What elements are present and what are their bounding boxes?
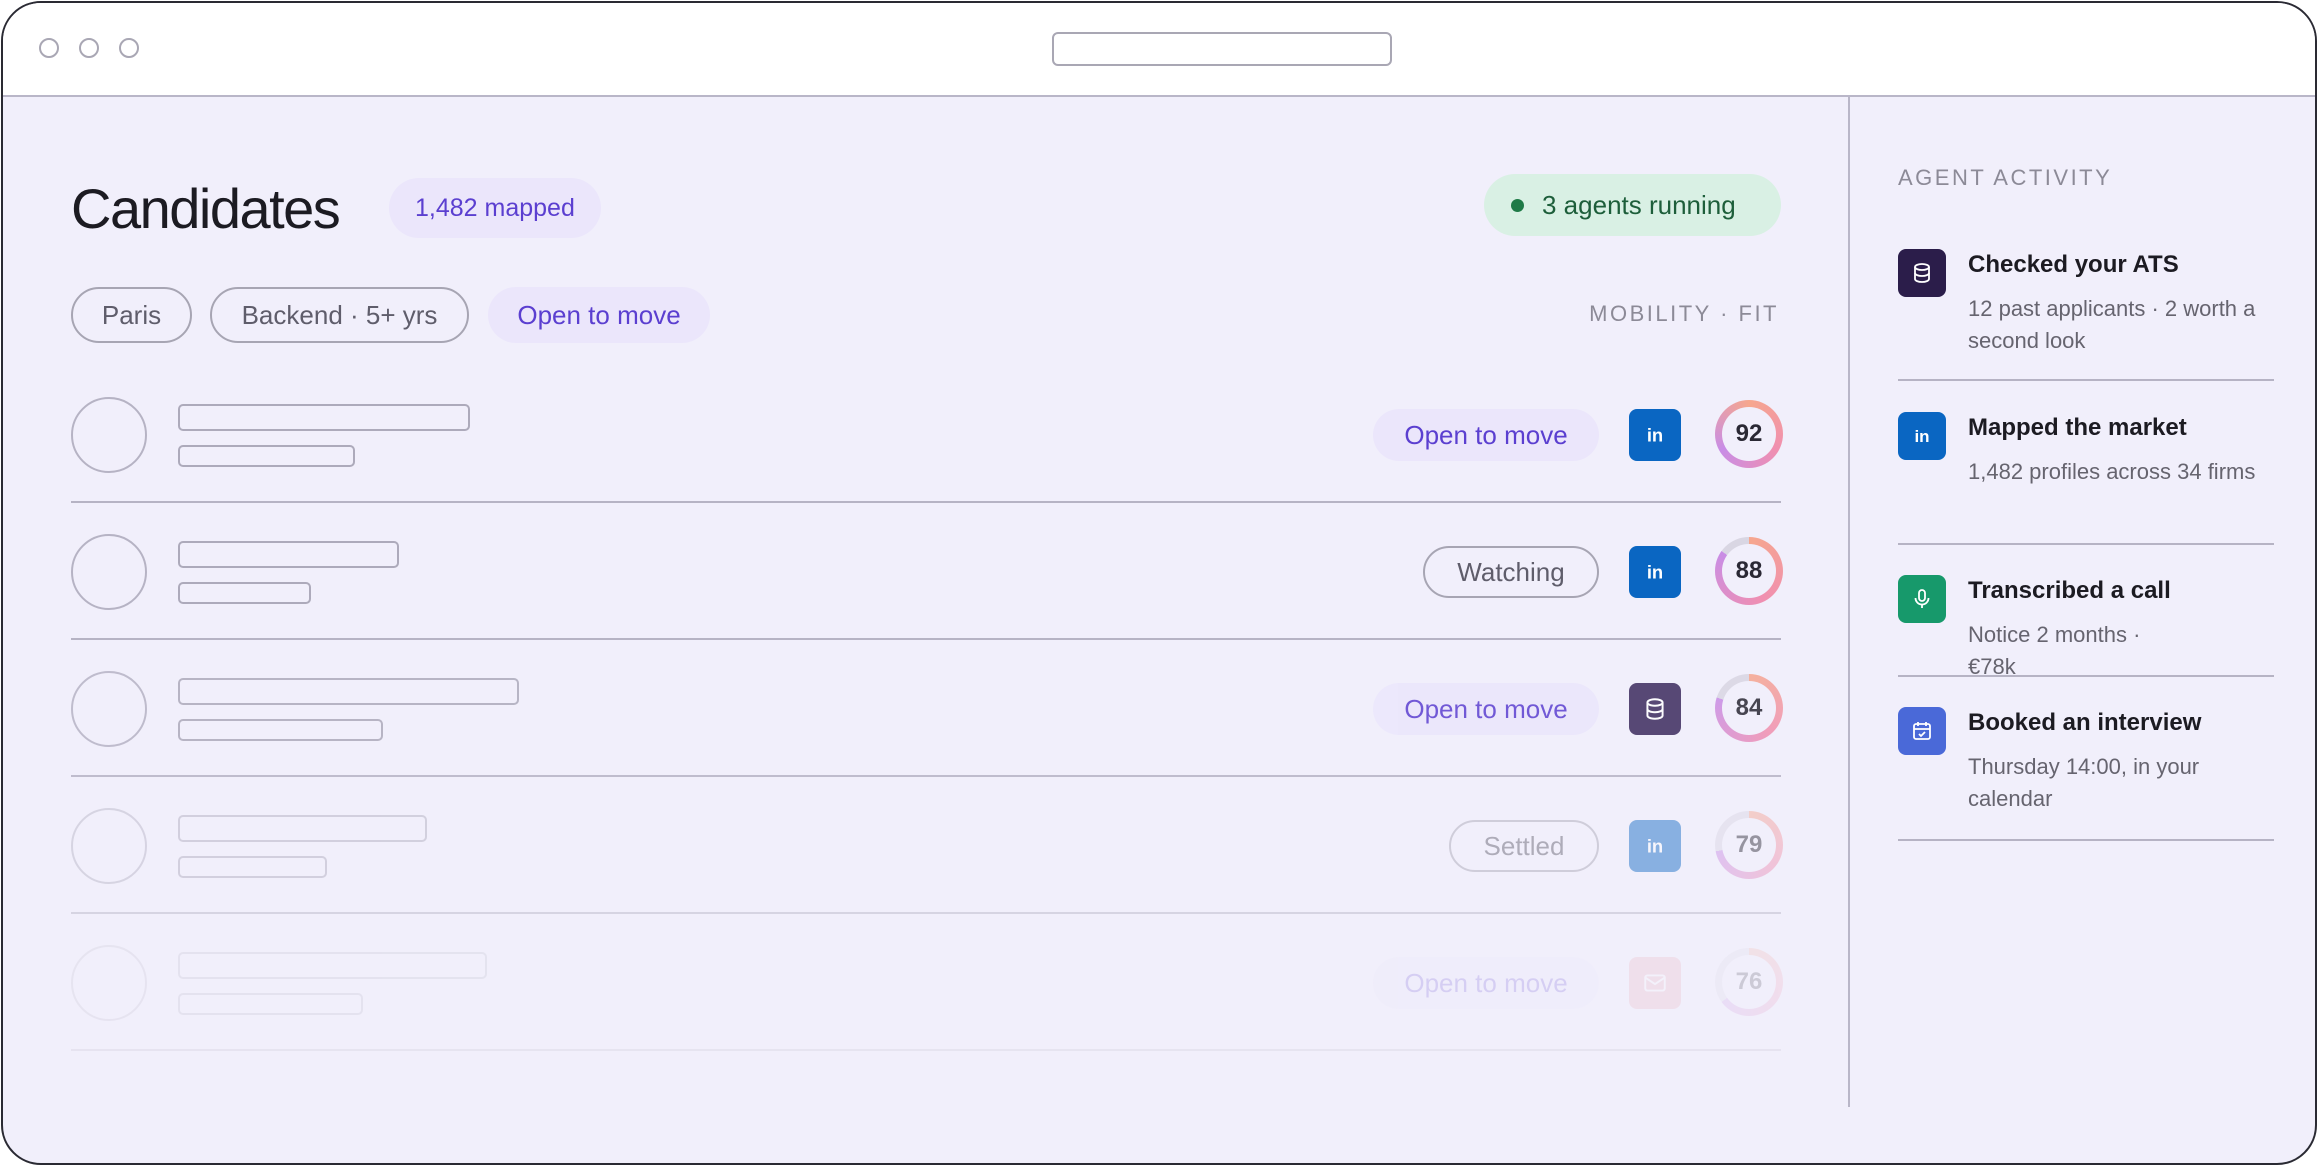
candidate-row[interactable]: Open to move 76 bbox=[71, 914, 1783, 1051]
avatar-placeholder bbox=[71, 808, 147, 884]
avatar-placeholder bbox=[71, 397, 147, 473]
page-title: Candidates bbox=[71, 177, 341, 240]
candidate-row[interactable]: Open to move 84 bbox=[71, 640, 1783, 777]
status-badge: Open to move bbox=[1373, 409, 1599, 461]
fit-score-ring: 92 bbox=[1715, 400, 1783, 468]
activity-title: Checked your ATS bbox=[1968, 251, 2179, 278]
agent-activity-panel: AGENT ACTIVITY Checked your ATS 12 past … bbox=[1848, 97, 2315, 1107]
subtitle-placeholder bbox=[178, 856, 327, 878]
linkedin-icon[interactable]: in bbox=[1629, 546, 1681, 598]
mail-icon[interactable] bbox=[1629, 957, 1681, 1009]
agent-activity-title: AGENT ACTIVITY bbox=[1898, 165, 2113, 190]
fit-score: 79 bbox=[1735, 831, 1763, 858]
fit-score: 76 bbox=[1735, 968, 1763, 995]
fit-score-ring: 88 bbox=[1715, 537, 1783, 605]
avatar-placeholder bbox=[71, 671, 147, 747]
candidate-row[interactable]: Settled in 79 bbox=[71, 777, 1783, 914]
activity-item[interactable]: Booked an interview Thursday 14:00, in y… bbox=[1898, 707, 2274, 841]
subtitle-placeholder bbox=[178, 582, 311, 604]
activity-item[interactable]: in Mapped the market 1,482 profiles acro… bbox=[1898, 412, 2274, 545]
window-minimize-dot[interactable] bbox=[79, 38, 99, 58]
database-icon bbox=[1898, 249, 1946, 297]
activity-title: Transcribed a call bbox=[1968, 577, 2171, 604]
name-placeholder bbox=[178, 541, 399, 568]
fit-score: 92 bbox=[1735, 420, 1763, 447]
activity-divider bbox=[1898, 543, 2274, 545]
activity-description: Notice 2 months · €78k bbox=[1968, 622, 2141, 679]
status-badge: Open to move bbox=[1373, 957, 1599, 1009]
browser-window: Candidates 1,482 mapped 3 agents running… bbox=[1, 1, 2317, 1165]
linkedin-icon[interactable]: in bbox=[1629, 820, 1681, 872]
database-icon[interactable] bbox=[1629, 683, 1681, 735]
fit-score-ring: 79 bbox=[1715, 811, 1783, 879]
linkedin-icon[interactable]: in bbox=[1629, 409, 1681, 461]
subtitle-placeholder bbox=[178, 719, 383, 741]
fit-score-ring: 76 bbox=[1715, 948, 1783, 1016]
subtitle-placeholder bbox=[178, 445, 355, 467]
filter-chip-experience[interactable]: Backend · 5+ yrs bbox=[210, 287, 469, 343]
svg-text:in: in bbox=[1647, 425, 1663, 446]
fit-score-ring: 84 bbox=[1715, 674, 1783, 742]
svg-text:in: in bbox=[1647, 562, 1663, 583]
window-close-dot[interactable] bbox=[39, 38, 59, 58]
activity-divider bbox=[1898, 379, 2274, 381]
fit-score: 88 bbox=[1735, 557, 1763, 584]
activity-divider bbox=[1898, 675, 2274, 677]
window-titlebar bbox=[3, 3, 2315, 97]
activity-description: 12 past applicants · 2 worth a second lo… bbox=[1968, 296, 2256, 353]
microphone-icon bbox=[1898, 575, 1946, 623]
activity-divider bbox=[1898, 839, 2274, 841]
column-label-mobility-fit: MOBILITY · FIT bbox=[1589, 301, 1779, 326]
linkedin-icon: in bbox=[1898, 412, 1946, 460]
status-badge: Watching bbox=[1423, 546, 1599, 598]
row-divider bbox=[71, 1049, 1781, 1051]
agents-running-label: 3 agents running bbox=[1542, 190, 1736, 220]
svg-text:in: in bbox=[1914, 427, 1929, 446]
activity-title: Mapped the market bbox=[1968, 414, 2187, 441]
activity-item[interactable]: Transcribed a call Notice 2 months · €78… bbox=[1898, 575, 2274, 679]
mapped-count-badge: 1,482 mapped bbox=[389, 178, 601, 238]
window-maximize-dot[interactable] bbox=[119, 38, 139, 58]
fit-score: 84 bbox=[1735, 694, 1763, 721]
name-placeholder bbox=[178, 815, 427, 842]
address-bar[interactable] bbox=[1052, 32, 1392, 66]
activity-description: 1,482 profiles across 34 firms bbox=[1968, 459, 2256, 484]
status-badge: Open to move bbox=[1373, 683, 1599, 735]
filter-chip-location[interactable]: Paris bbox=[71, 287, 192, 343]
avatar-placeholder bbox=[71, 534, 147, 610]
filter-chip-mobility[interactable]: Open to move bbox=[488, 287, 710, 343]
name-placeholder bbox=[178, 952, 487, 979]
activity-description: Thursday 14:00, in your calendar bbox=[1968, 754, 2200, 811]
activity-item[interactable]: Checked your ATS 12 past applicants · 2 … bbox=[1898, 249, 2274, 381]
agents-running-badge: 3 agents running bbox=[1484, 174, 1781, 236]
status-badge: Settled bbox=[1449, 820, 1599, 872]
calendar-icon bbox=[1898, 707, 1946, 755]
candidates-panel: Candidates 1,482 mapped 3 agents running… bbox=[3, 97, 1848, 1163]
activity-title: Booked an interview bbox=[1968, 709, 2202, 736]
status-dot-icon bbox=[1511, 199, 1524, 212]
subtitle-placeholder bbox=[178, 993, 363, 1015]
name-placeholder bbox=[178, 678, 519, 705]
candidate-row[interactable]: Open to move in 92 bbox=[71, 366, 1783, 503]
avatar-placeholder bbox=[71, 945, 147, 1021]
svg-text:in: in bbox=[1647, 836, 1663, 857]
name-placeholder bbox=[178, 404, 470, 431]
candidate-row[interactable]: Watching in 88 bbox=[71, 503, 1783, 640]
